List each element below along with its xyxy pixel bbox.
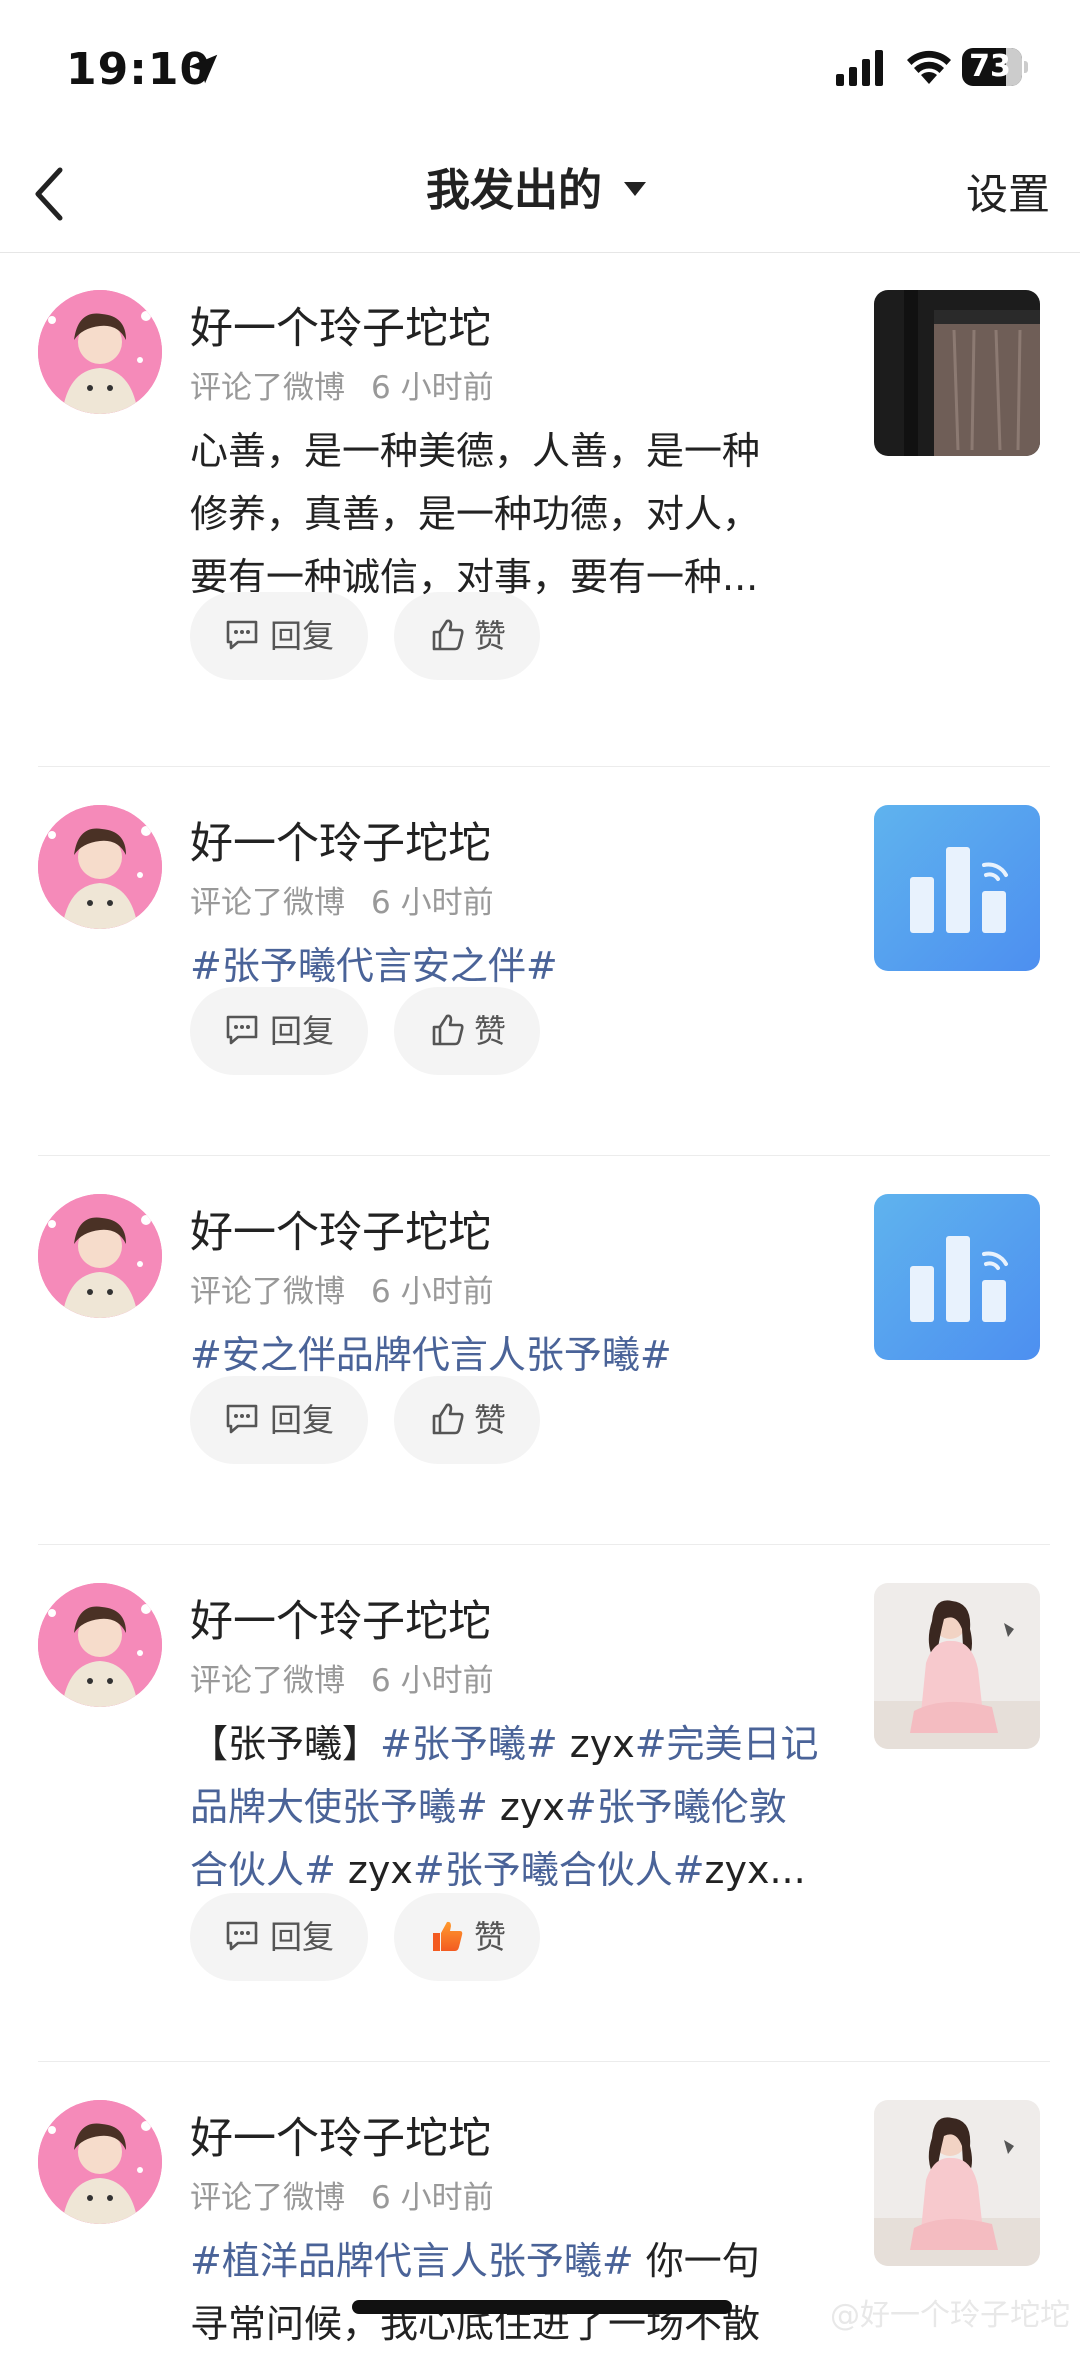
- username[interactable]: 好一个玲子坨坨: [190, 1198, 491, 1260]
- settings-button[interactable]: 设置: [966, 130, 1050, 260]
- like-label: 赞: [474, 1401, 507, 1439]
- action-text: 评论了微博: [190, 370, 345, 406]
- username[interactable]: 好一个玲子坨坨: [190, 294, 491, 356]
- hashtag-link[interactable]: 合伙人#: [190, 1848, 336, 1892]
- like-label: 赞: [474, 1918, 507, 1956]
- item-meta: 评论了微博 6 小时前: [190, 1266, 520, 1311]
- item-meta: 评论了微博 6 小时前: [190, 877, 520, 922]
- hashtag-link[interactable]: #张予曦#: [380, 1722, 558, 1766]
- page-title-dropdown[interactable]: 我发出的: [0, 130, 1080, 252]
- location-arrow-icon: [188, 54, 218, 84]
- comment-line: 修养，真善，是一种功德，对人，: [190, 492, 761, 536]
- comment-text[interactable]: 心善，是一种美德，人善，是一种 修养，真善，是一种功德，对人， 要有一种诚信，对…: [190, 420, 830, 609]
- action-text: 评论了微博: [190, 1274, 345, 1310]
- post-thumbnail[interactable]: [874, 805, 1040, 971]
- like-button[interactable]: 赞: [394, 592, 540, 680]
- battery-indicator: 73: [962, 48, 1028, 88]
- home-indicator[interactable]: [352, 2300, 732, 2314]
- list-item[interactable]: 好一个玲子坨坨 评论了微博 6 小时前 #安之伴品牌代言人张予曦# 回复 赞: [38, 1156, 1050, 1545]
- like-button[interactable]: 赞: [394, 987, 540, 1075]
- item-meta: 评论了微博 6 小时前: [190, 2172, 520, 2217]
- comment-feed: 好一个玲子坨坨 评论了微博 6 小时前 心善，是一种美德，人善，是一种 修养，真善…: [0, 252, 1080, 2362]
- reply-button[interactable]: 回复: [190, 1376, 368, 1464]
- reply-label: 回复: [270, 1401, 335, 1439]
- post-thumbnail[interactable]: [874, 1194, 1040, 1360]
- comment-icon: [226, 1921, 258, 1951]
- hashtag-link[interactable]: #张予曦合伙人#: [413, 1848, 705, 1892]
- text-segment: zyx...: [704, 1848, 806, 1892]
- reply-button[interactable]: 回复: [190, 1893, 368, 1981]
- comment-line: 【张予曦】#张予曦# zyx#完美日记: [190, 1713, 830, 1776]
- list-item[interactable]: 好一个玲子坨坨 评论了微博 6 小时前 心善，是一种美德，人善，是一种 修养，真善…: [38, 252, 1050, 767]
- post-thumbnail[interactable]: [874, 1583, 1040, 1749]
- thumbs-up-filled-icon: [433, 1921, 463, 1951]
- avatar[interactable]: [38, 1194, 162, 1318]
- reply-label: 回复: [270, 1012, 335, 1050]
- hashtag-link[interactable]: #植洋品牌代言人张予曦#: [190, 2239, 634, 2283]
- action-text: 评论了微博: [190, 885, 345, 921]
- post-thumbnail[interactable]: [874, 290, 1040, 456]
- username[interactable]: 好一个玲子坨坨: [190, 809, 491, 871]
- text-segment: 你一句: [633, 2239, 760, 2283]
- list-item[interactable]: 好一个玲子坨坨 评论了微博 6 小时前 #张予曦代言安之伴# 回复 赞: [38, 767, 1050, 1156]
- comment-icon: [226, 1015, 258, 1045]
- like-button-active[interactable]: 赞: [394, 1893, 540, 1981]
- status-bar: 19:10 73: [0, 0, 1080, 130]
- watermark: @好一个玲子坨坨: [830, 2298, 1070, 2333]
- item-meta: 评论了微博 6 小时前: [190, 1655, 520, 1700]
- thumbs-up-icon: [432, 1403, 464, 1435]
- timestamp: 6 小时前: [371, 370, 494, 406]
- username[interactable]: 好一个玲子坨坨: [190, 2104, 491, 2166]
- reply-label: 回复: [270, 1918, 335, 1956]
- timestamp: 6 小时前: [371, 2180, 494, 2216]
- avatar[interactable]: [38, 1583, 162, 1707]
- page-title: 我发出的: [426, 165, 602, 216]
- like-button[interactable]: 赞: [394, 1376, 540, 1464]
- text-segment: zyx: [487, 1785, 565, 1829]
- cellular-signal-icon: [836, 50, 883, 86]
- timestamp: 6 小时前: [371, 1274, 494, 1310]
- like-label: 赞: [474, 617, 507, 655]
- comment-text[interactable]: 【张予曦】#张予曦# zyx#完美日记 品牌大使张予曦# zyx#张予曦伦敦 合…: [190, 1713, 830, 1902]
- hashtag-link[interactable]: 品牌大使张予曦#: [190, 1785, 488, 1829]
- wifi-icon: [907, 50, 951, 84]
- comment-icon: [226, 1404, 258, 1434]
- comment-icon: [226, 620, 258, 650]
- comment-line: 品牌大使张予曦# zyx#张予曦伦敦: [190, 1776, 830, 1839]
- comment-text[interactable]: #植洋品牌代言人张予曦# 你一句 寻常问候，我心底住进了一场不散: [190, 2230, 830, 2356]
- text-segment: zyx: [335, 1848, 413, 1892]
- avatar[interactable]: [38, 290, 162, 414]
- comment-line: #植洋品牌代言人张予曦# 你一句: [190, 2230, 830, 2293]
- thumbs-up-icon: [432, 1014, 464, 1046]
- text-segment: 【张予曦】: [190, 1722, 381, 1766]
- like-label: 赞: [474, 1012, 507, 1050]
- reply-button[interactable]: 回复: [190, 592, 368, 680]
- timestamp: 6 小时前: [371, 885, 494, 921]
- reply-label: 回复: [270, 617, 335, 655]
- avatar[interactable]: [38, 805, 162, 929]
- action-text: 评论了微博: [190, 1663, 345, 1699]
- post-thumbnail[interactable]: [874, 2100, 1040, 2266]
- action-text: 评论了微博: [190, 2180, 345, 2216]
- hashtag-link[interactable]: #张予曦伦敦: [565, 1785, 787, 1829]
- hashtag-link[interactable]: #完美日记: [635, 1722, 819, 1766]
- reply-button[interactable]: 回复: [190, 987, 368, 1075]
- caret-down-icon: [624, 182, 646, 196]
- item-meta: 评论了微博 6 小时前: [190, 362, 520, 407]
- battery-level: 73: [969, 49, 1011, 84]
- username[interactable]: 好一个玲子坨坨: [190, 1587, 491, 1649]
- thumbs-up-icon: [432, 619, 464, 651]
- text-segment: zyx: [557, 1722, 635, 1766]
- comment-line: 心善，是一种美德，人善，是一种: [190, 429, 761, 473]
- timestamp: 6 小时前: [371, 1663, 494, 1699]
- list-item[interactable]: 好一个玲子坨坨 评论了微博 6 小时前 【张予曦】#张予曦# zyx#完美日记 品…: [38, 1545, 1050, 2062]
- avatar[interactable]: [38, 2100, 162, 2224]
- nav-bar: 我发出的 设置: [0, 130, 1080, 253]
